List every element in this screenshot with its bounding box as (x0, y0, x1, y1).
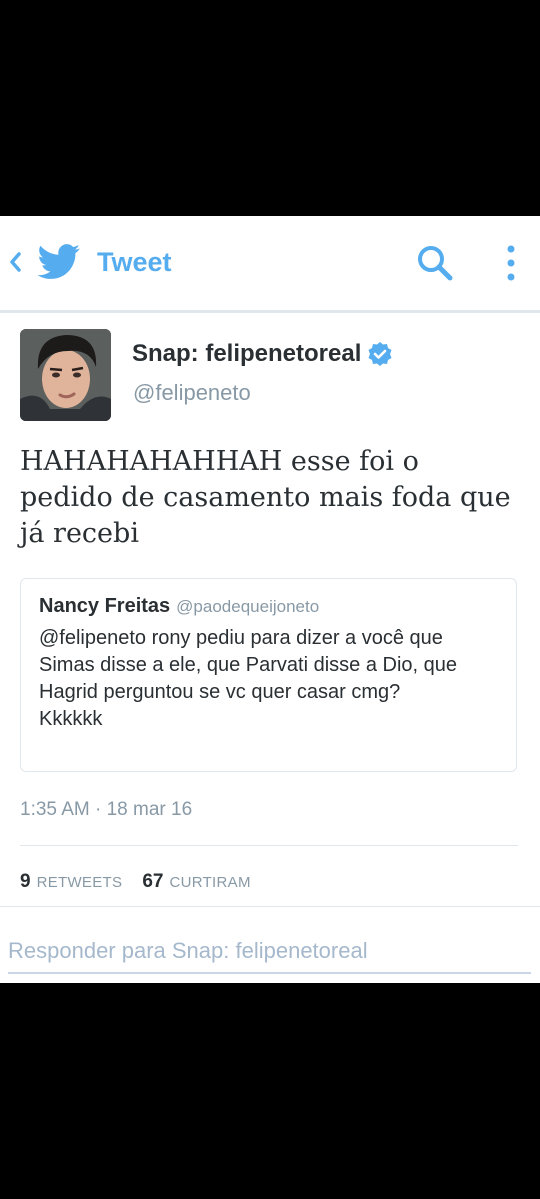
divider (0, 906, 540, 907)
author-name-row: Snap: felipenetoreal (132, 340, 393, 374)
back-chevron-icon[interactable] (8, 244, 24, 280)
avatar[interactable] (20, 329, 111, 421)
tweet-text: HAHAHAHAHHAH esse foi o pedido de casame… (20, 446, 511, 549)
author-name[interactable]: Snap: felipenetoreal (132, 340, 361, 367)
twitter-bird-icon[interactable] (37, 244, 81, 280)
tweet-screen: Tweet Snap: felipenetoreal @felipeneto H… (0, 216, 540, 983)
search-icon[interactable] (415, 244, 455, 284)
quoted-author-handle: @paodequeijoneto (176, 597, 320, 616)
retweets-label: RETWEETS (36, 874, 123, 891)
tweet-stats: 9 RETWEETS 67 CURTIRAM (20, 871, 271, 893)
verified-badge-icon (368, 342, 392, 366)
tweet-timestamp: 1:35 AM · 18 mar 16 (20, 799, 193, 820)
likes-count: 67 (142, 871, 164, 892)
likes-label: CURTIRAM (169, 874, 251, 891)
quoted-tweet-text: @felipeneto rony pediu para dizer a você… (39, 627, 457, 730)
retweets-count: 9 (20, 871, 31, 892)
top-bar: Tweet (0, 216, 540, 313)
page-title: Tweet (97, 247, 172, 277)
more-vertical-icon[interactable] (500, 242, 522, 284)
reply-input[interactable] (8, 930, 531, 974)
quoted-tweet-card[interactable]: Nancy Freitas @paodequeijoneto @felipenet… (20, 578, 517, 772)
author-handle[interactable]: @felipeneto (133, 380, 251, 406)
retweets-stat[interactable]: 9 RETWEETS (20, 871, 142, 892)
quoted-tweet-header: Nancy Freitas @paodequeijoneto (39, 595, 319, 618)
quoted-author-name: Nancy Freitas (39, 595, 171, 617)
likes-stat[interactable]: 67 CURTIRAM (142, 871, 270, 892)
divider (20, 845, 518, 846)
